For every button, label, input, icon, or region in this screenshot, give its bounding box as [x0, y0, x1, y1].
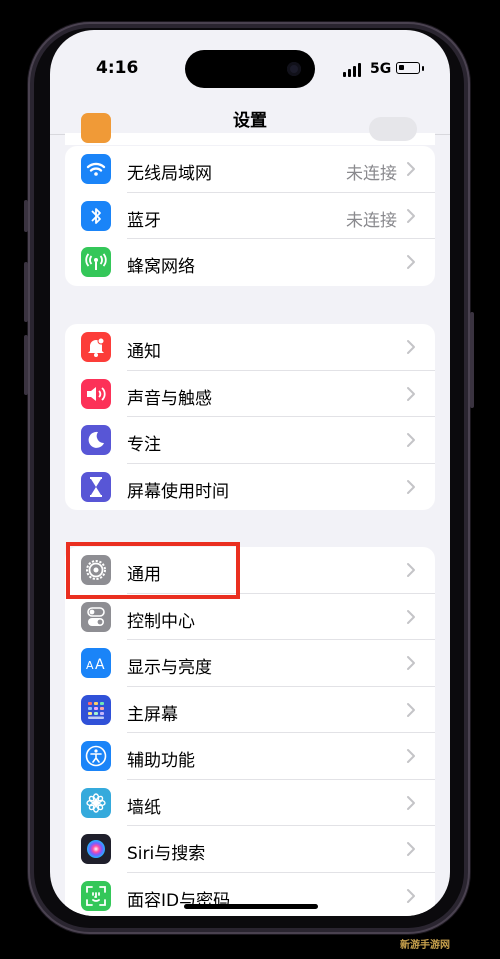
row-value: 未连接: [346, 210, 397, 231]
toggles-icon: [81, 601, 111, 632]
chevron-right-icon: [407, 702, 415, 717]
settings-row-wifi[interactable]: 无线局域网 未连接: [65, 146, 435, 193]
settings-row-accessibility[interactable]: 辅助功能: [65, 733, 435, 780]
volume-down-button[interactable]: [24, 335, 28, 395]
home-screen-icon: [81, 694, 111, 725]
general-group: 通用 控制中心 AA 显示与亮度 主屏幕 辅助功能 墙纸 Siri与搜索 面容I…: [65, 547, 435, 916]
settings-row-screen-time[interactable]: 屏幕使用时间: [65, 464, 435, 511]
signal-icon: [343, 63, 363, 77]
face-id-icon: [81, 880, 111, 911]
settings-row-control-center[interactable]: 控制中心: [65, 594, 435, 640]
row-label: 蓝牙: [127, 210, 161, 231]
chevron-right-icon: [407, 340, 415, 354]
row-label: 无线局域网: [127, 164, 212, 184]
row-label: 墙纸: [127, 797, 161, 818]
svg-text:A: A: [86, 659, 94, 671]
battery-tip: [422, 66, 424, 71]
speaker-icon: [81, 378, 111, 409]
front-camera: [287, 62, 301, 76]
accessibility-icon: [81, 741, 111, 771]
home-indicator[interactable]: [184, 904, 318, 909]
settings-row-home-screen[interactable]: 主屏幕: [65, 687, 435, 733]
row-label: 通知: [127, 342, 161, 362]
text-size-icon: AA: [81, 648, 111, 678]
status-bar: 4:16 5G: [50, 30, 450, 90]
volume-up-button[interactable]: [24, 262, 28, 322]
chevron-right-icon: [407, 386, 415, 401]
battery-level: [399, 65, 404, 70]
chevron-right-icon: [407, 795, 415, 810]
chevron-right-icon: [407, 749, 415, 763]
network-type: 5G: [370, 61, 392, 77]
siri-icon: [81, 834, 111, 864]
notifications-group: 通知 声音与触感 专注 屏幕使用时间: [65, 324, 435, 510]
row-label: Siri与搜索: [127, 844, 206, 864]
chevron-right-icon: [407, 162, 415, 176]
hourglass-icon: [81, 471, 111, 502]
row-label: 辅助功能: [127, 751, 195, 771]
moon-icon: [81, 425, 111, 455]
status-time: 4:16: [96, 58, 139, 78]
row-label: 声音与触感: [127, 388, 212, 409]
bluetooth-icon: [81, 200, 111, 231]
screen: 4:16 5G 设置 无线局域网 未连接 蓝牙 未连接 蜂窝网络 通知 声音与触…: [50, 30, 450, 916]
svg-text:A: A: [95, 657, 105, 671]
row-label: 显示与亮度: [127, 658, 212, 678]
battery-icon: [396, 62, 420, 74]
chevron-right-icon: [407, 888, 415, 903]
chevron-right-icon: [407, 656, 415, 670]
row-label: 专注: [127, 435, 161, 455]
scrolled-row: [65, 113, 435, 145]
row-label: 控制中心: [127, 611, 195, 632]
row-label: 主屏幕: [127, 704, 178, 725]
settings-row-cellular[interactable]: 蜂窝网络: [65, 239, 435, 286]
settings-row-siri[interactable]: Siri与搜索: [65, 826, 435, 873]
cellular-icon: [81, 247, 111, 277]
settings-row-display[interactable]: AA 显示与亮度: [65, 640, 435, 687]
chevron-right-icon: [407, 208, 415, 223]
row-label: 蜂窝网络: [127, 257, 195, 277]
row-value: 未连接: [346, 164, 397, 184]
settings-row-focus[interactable]: 专注: [65, 417, 435, 464]
bell-icon: [81, 332, 111, 362]
wifi-icon: [81, 154, 111, 184]
chevron-right-icon: [407, 255, 415, 269]
flower-icon: [81, 787, 111, 818]
settings-row-notifications[interactable]: 通知: [65, 324, 435, 371]
settings-row-wallpaper[interactable]: 墙纸: [65, 780, 435, 826]
chevron-right-icon: [407, 563, 415, 577]
power-button[interactable]: [470, 312, 474, 408]
chevron-right-icon: [407, 609, 415, 624]
connectivity-group: 无线局域网 未连接 蓝牙 未连接 蜂窝网络: [65, 146, 435, 286]
chevron-right-icon: [407, 433, 415, 447]
settings-row-sounds[interactable]: 声音与触感: [65, 371, 435, 417]
dynamic-island: [185, 50, 315, 88]
settings-row-face-id[interactable]: 面容ID与密码: [65, 873, 435, 917]
chevron-right-icon: [407, 479, 415, 494]
highlight-box: [66, 542, 240, 599]
action-button[interactable]: [24, 200, 28, 232]
settings-row-bluetooth[interactable]: 蓝牙 未连接: [65, 193, 435, 239]
airplane-toggle[interactable]: [369, 117, 417, 141]
airplane-icon: [81, 113, 111, 143]
chevron-right-icon: [407, 842, 415, 856]
row-label: 屏幕使用时间: [127, 481, 229, 502]
watermark: 新游手游网: [400, 940, 450, 951]
